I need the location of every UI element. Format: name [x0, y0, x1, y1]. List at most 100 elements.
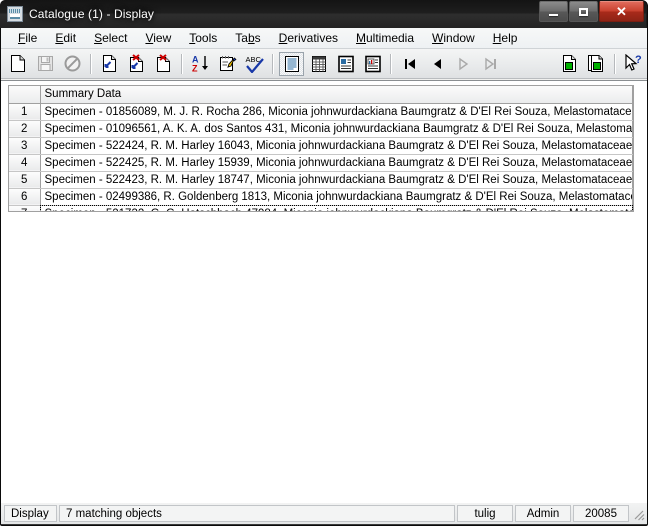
menu-item-derivatives[interactable]: Derivatives [270, 29, 347, 47]
column-header-summary-data[interactable]: Summary Data [40, 86, 633, 104]
row-number[interactable]: 2 [9, 120, 41, 138]
menu-item-view[interactable]: View [136, 29, 180, 47]
list-view-button[interactable] [279, 51, 304, 76]
specimen-database-icon [7, 6, 23, 22]
svg-text:Z: Z [192, 64, 198, 74]
menu-item-window[interactable]: Window [423, 29, 484, 47]
form-view-icon [337, 55, 354, 72]
window-controls: ✕ [538, 1, 644, 22]
toolbar-separator [614, 53, 616, 74]
table-row[interactable]: 3 Specimen - 522424, R. M. Harley 16043,… [9, 137, 633, 155]
row-number[interactable]: 4 [9, 154, 41, 172]
close-icon: ✕ [616, 4, 627, 19]
previous-record-icon [433, 58, 441, 69]
toolbar-separator [272, 53, 274, 74]
form-view-button[interactable] [333, 52, 358, 76]
minimize-button[interactable] [539, 1, 568, 22]
status-count: 20085 [573, 505, 629, 522]
toolbar-separator [90, 53, 92, 74]
spellcheck-button[interactable]: ABC [242, 52, 267, 76]
table-row[interactable]: 5 Specimen - 522423, R. M. Harley 18747,… [9, 171, 633, 189]
cell-summary-data[interactable]: Specimen - 521732, G. G. Hatschbach 4798… [40, 205, 633, 211]
edit-button[interactable] [215, 52, 240, 76]
spellcheck-icon: ABC [245, 55, 264, 73]
menu-item-help[interactable]: Help [484, 29, 527, 47]
row-number[interactable]: 5 [9, 171, 41, 189]
maximize-button[interactable] [569, 1, 598, 22]
cell-summary-data[interactable]: Specimen - 522423, R. M. Harley 18747, M… [40, 171, 633, 189]
save-icon [38, 56, 53, 71]
grid-view-icon [311, 55, 326, 72]
first-record-button[interactable] [397, 52, 422, 76]
minimize-icon [549, 13, 558, 16]
report-view-icon [364, 55, 381, 72]
resize-grip[interactable] [631, 505, 645, 522]
list-view-icon [284, 55, 299, 72]
toolbar-separator [390, 53, 392, 74]
menu-item-edit[interactable]: Edit [46, 29, 85, 47]
cancel-button[interactable] [60, 52, 85, 76]
title-bar[interactable]: Catalogue (1) - Display ✕ [0, 0, 646, 28]
table-row[interactable]: 1 Specimen - 01856089, M. J. R. Rocha 28… [9, 103, 633, 121]
cell-summary-data[interactable]: Specimen - 01856089, M. J. R. Rocha 286,… [40, 103, 633, 121]
sort-button[interactable]: A Z [188, 52, 213, 76]
table-row[interactable]: 2 Specimen - 01096561, A. K. A. dos Sant… [9, 120, 633, 138]
table-header-row: Summary Data [9, 86, 633, 104]
status-role: Admin [515, 505, 571, 522]
first-record-icon [404, 58, 415, 69]
help-pointer-button[interactable]: ? [621, 52, 646, 76]
menu-bar: File Edit Select View Tools Tabs Derivat… [1, 28, 647, 49]
summary-data-table[interactable]: Summary Data 1 Specimen - 01856089, M. J… [8, 85, 634, 212]
status-user: tulig [457, 505, 513, 522]
row-number[interactable]: 1 [9, 103, 41, 121]
retrieve-record-button[interactable] [97, 52, 122, 76]
table-body: 1 Specimen - 01856089, M. J. R. Rocha 28… [9, 103, 633, 211]
menu-item-file[interactable]: File [9, 29, 46, 47]
menu-item-multimedia[interactable]: Multimedia [347, 29, 423, 47]
next-record-button[interactable] [451, 52, 476, 76]
cell-summary-data[interactable]: Specimen - 522424, R. M. Harley 16043, M… [40, 137, 633, 155]
menu-item-select[interactable]: Select [85, 29, 136, 47]
table-row[interactable]: 7 Specimen - 521732, G. G. Hatschbach 47… [9, 205, 633, 211]
delete-record-button[interactable] [124, 52, 149, 76]
table-row[interactable]: 4 Specimen - 522425, R. M. Harley 15939,… [9, 154, 633, 172]
status-mode: Display [4, 505, 57, 522]
row-number[interactable]: 3 [9, 137, 41, 155]
last-record-icon [484, 57, 496, 70]
window-title: Catalogue (1) - Display [29, 7, 155, 21]
save-button[interactable] [33, 52, 58, 76]
cell-summary-data[interactable]: Specimen - 522425, R. M. Harley 15939, M… [40, 154, 633, 172]
report-view-button[interactable] [360, 52, 385, 76]
previous-record-button[interactable] [424, 52, 449, 76]
last-record-button[interactable] [478, 52, 503, 76]
next-record-icon [458, 57, 468, 70]
toolbar: A Z ABC ? [1, 49, 647, 79]
new-record-button[interactable] [6, 52, 31, 76]
sort-az-icon: A Z [192, 55, 208, 74]
table-row[interactable]: 6 Specimen - 02499386, R. Goldenberg 181… [9, 188, 633, 206]
cell-summary-data[interactable]: Specimen - 02499386, R. Goldenberg 1813,… [40, 188, 633, 206]
report-green-button[interactable] [557, 52, 582, 76]
report-green-icon [563, 55, 576, 72]
column-header-rownum[interactable] [9, 86, 41, 104]
grid-view-button[interactable] [306, 52, 331, 76]
client-area: File Edit Select View Tools Tabs Derivat… [1, 28, 647, 524]
status-message: 7 matching objects [59, 505, 455, 522]
reports-green-icon [588, 55, 603, 72]
delete-record-icon [130, 54, 143, 72]
toolbar-separator [181, 53, 183, 74]
content-area: Summary Data 1 Specimen - 01856089, M. J… [1, 80, 647, 503]
menu-item-tools[interactable]: Tools [180, 29, 226, 47]
close-button[interactable]: ✕ [599, 1, 644, 22]
row-number[interactable]: 7 [9, 205, 41, 211]
new-record-icon [11, 55, 25, 72]
retrieve-record-icon [103, 55, 116, 72]
status-bar: Display 7 matching objects tulig Admin 2… [1, 502, 647, 524]
row-number[interactable]: 6 [9, 188, 41, 206]
cell-summary-data[interactable]: Specimen - 01096561, A. K. A. dos Santos… [40, 120, 633, 138]
menu-item-tabs[interactable]: Tabs [226, 29, 269, 47]
reports-green-button[interactable] [584, 52, 609, 76]
remove-record-button[interactable] [151, 52, 176, 76]
maximize-icon [579, 7, 588, 16]
edit-notepad-icon [220, 56, 237, 71]
